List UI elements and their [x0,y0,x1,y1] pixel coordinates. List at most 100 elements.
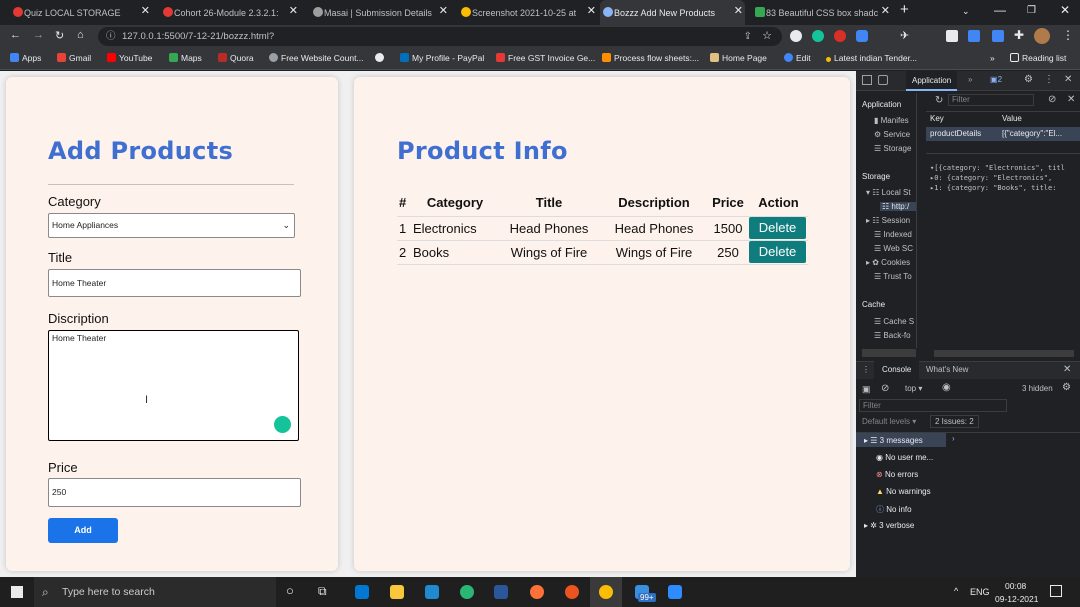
extension-icon[interactable] [856,30,868,42]
tree-item-back-forward[interactable]: ☰ Back-fo [874,331,911,340]
task-view-icon[interactable]: ⧉ [318,584,327,599]
clear-all-icon[interactable]: ⊘ [1048,94,1056,105]
bookmark-maps[interactable]: Maps [169,53,202,63]
share-icon[interactable]: ⇪ [744,27,752,46]
tab-console[interactable]: Console [874,361,920,379]
kebab-menu-icon[interactable]: ⋮ [1062,28,1074,42]
bookmark-paypal[interactable]: My Profile - PayPal [400,53,484,63]
word-icon[interactable] [494,585,508,599]
storage-filter-input[interactable]: Filter [948,94,1034,106]
pin-icon[interactable]: ✈ [900,29,909,42]
new-tab-icon[interactable]: + [900,1,909,18]
add-button[interactable]: Add [48,518,118,543]
store-icon[interactable] [355,585,369,599]
close-window-icon[interactable]: ✕ [1060,3,1070,17]
minimize-icon[interactable]: — [994,3,1006,17]
bookmark-free-website-count[interactable]: Free Website Count... [269,53,364,63]
eye-icon[interactable]: ◉ [942,382,951,393]
delete-button[interactable]: Delete [749,241,806,263]
language-indicator[interactable]: ENG [970,587,990,597]
tree-item-cache-storage[interactable]: ☰ Cache S [874,317,914,326]
description-textarea[interactable]: Home Theater I [48,330,299,441]
extension-icon[interactable] [968,30,980,42]
close-tab-icon[interactable]: ✕ [289,4,298,17]
extension-icon[interactable] [992,30,1004,42]
warnings-filter[interactable]: ▲ No warnings [876,487,931,496]
bookmark-youtube[interactable]: YouTube [107,53,152,63]
extension-icon[interactable] [834,30,846,42]
bookmark-apps[interactable]: Apps [10,53,41,63]
close-tab-icon[interactable]: ✕ [587,4,596,17]
refresh-icon[interactable]: ↻ [935,95,943,106]
drawer-menu-icon[interactable]: ⋮ [862,365,870,374]
tray-chevron-icon[interactable]: ^ [954,586,958,596]
tree-item-local-storage[interactable]: ▾ ☷ Local St [866,188,911,197]
bookmark-quora[interactable]: Quora [218,53,254,63]
user-messages-filter[interactable]: ◉ No user me... [876,453,933,462]
context-selector[interactable]: top ▾ [905,384,922,393]
chrome-icon[interactable] [599,585,613,599]
settings-gear-icon[interactable]: ⚙ [1024,74,1033,85]
bookmark-indian-tender[interactable]: Latest indian Tender... [826,53,917,63]
more-tabs-icon[interactable]: » [968,75,972,84]
bookmark-process-flow[interactable]: Process flow sheets:... [602,53,699,63]
tree-item-manifest[interactable]: ▮ Manifes [874,116,909,125]
delete-selected-icon[interactable]: ✕ [1067,94,1075,105]
tree-item-session-storage[interactable]: ▸ ☷ Session [866,216,910,225]
clock-date[interactable]: 09-12-2021 [995,594,1038,604]
bookmark-gmail[interactable]: Gmail [57,53,91,63]
verbose-filter[interactable]: ▸ ✲ 3 verbose [864,521,914,530]
bookmark-edit[interactable]: Edit [784,53,811,63]
tab-whats-new[interactable]: What's New [926,365,968,374]
puzzle-icon[interactable]: ✚ [1014,28,1024,42]
inspect-icon[interactable] [862,75,872,85]
firefox-icon[interactable] [530,585,544,599]
reading-list[interactable]: Reading list [1010,53,1066,63]
more-bookmarks-icon[interactable]: » [990,53,995,63]
console-settings-icon[interactable]: ⚙ [1062,382,1071,393]
close-tab-icon[interactable]: ✕ [734,4,743,17]
grammarly-icon[interactable] [812,30,824,42]
tab-screenshot[interactable]: Screenshot 2021-10-25 at ✕ [458,0,598,25]
cortana-icon[interactable]: ○ [286,583,294,598]
clock-time[interactable]: 00:08 [1005,581,1026,591]
issues-button[interactable]: 2 Issues: 2 [930,415,979,428]
restore-icon[interactable]: ❐ [1027,5,1036,16]
console-filter-input[interactable]: Filter [859,399,1007,412]
edge-icon[interactable] [460,585,474,599]
extension-icon[interactable] [790,30,802,42]
tree-item-service-workers[interactable]: ⚙ Service [874,130,910,139]
extension-icon[interactable] [946,30,958,42]
zoom-icon[interactable] [668,585,682,599]
tree-item-indexeddb[interactable]: ☰ Indexed [874,230,912,239]
tab-bozzz-add-products[interactable]: Bozzz Add New Products ✕ [600,0,745,25]
issues-badge[interactable]: ▣2 [990,75,1002,84]
sidebar-toggle-icon[interactable]: ▣ [862,384,871,395]
tree-item-cookies[interactable]: ▸ ✿ Cookies [866,258,910,267]
delete-button[interactable]: Delete [749,217,806,239]
file-explorer-icon[interactable] [390,585,404,599]
back-icon[interactable]: ← [10,29,21,41]
tab-application[interactable]: Application [906,71,958,91]
close-tab-icon[interactable]: ✕ [439,4,448,17]
tab-quiz-local-storage[interactable]: Quiz LOCAL STORAGE ✕ [10,0,152,25]
device-toolbar-icon[interactable] [878,75,888,85]
tab-css-box-shadow[interactable]: 83 Beautiful CSS box shadc ✕ [752,0,892,25]
grammarly-icon[interactable] [274,416,291,433]
bookmark-blank[interactable] [375,53,387,63]
tab-masai-submission[interactable]: Masai | Submission Details ✕ [310,0,450,25]
reload-icon[interactable]: ↻ [55,29,64,42]
horizontal-scrollbar[interactable] [934,350,1074,357]
forward-icon[interactable]: → [33,29,44,41]
errors-filter[interactable]: ⊗ No errors [876,470,918,479]
bookmark-gst-invoice[interactable]: Free GST Invoice Ge... [496,53,595,63]
close-drawer-icon[interactable]: ✕ [1063,364,1071,375]
bookmark-star-icon[interactable]: ☆ [762,27,772,46]
info-filter[interactable]: ⓘ No info [876,504,912,515]
price-input[interactable]: 250 [48,478,301,507]
tree-item-trust-tokens[interactable]: ☰ Trust To [874,272,912,281]
ubuntu-icon[interactable] [565,585,579,599]
close-tab-icon[interactable]: ✕ [141,4,150,17]
title-input[interactable]: Home Theater [48,269,301,297]
address-bar[interactable]: ⓘ 127.0.0.1:5500/7-12-21/bozzz.html? ⇪ ☆ [98,27,782,46]
